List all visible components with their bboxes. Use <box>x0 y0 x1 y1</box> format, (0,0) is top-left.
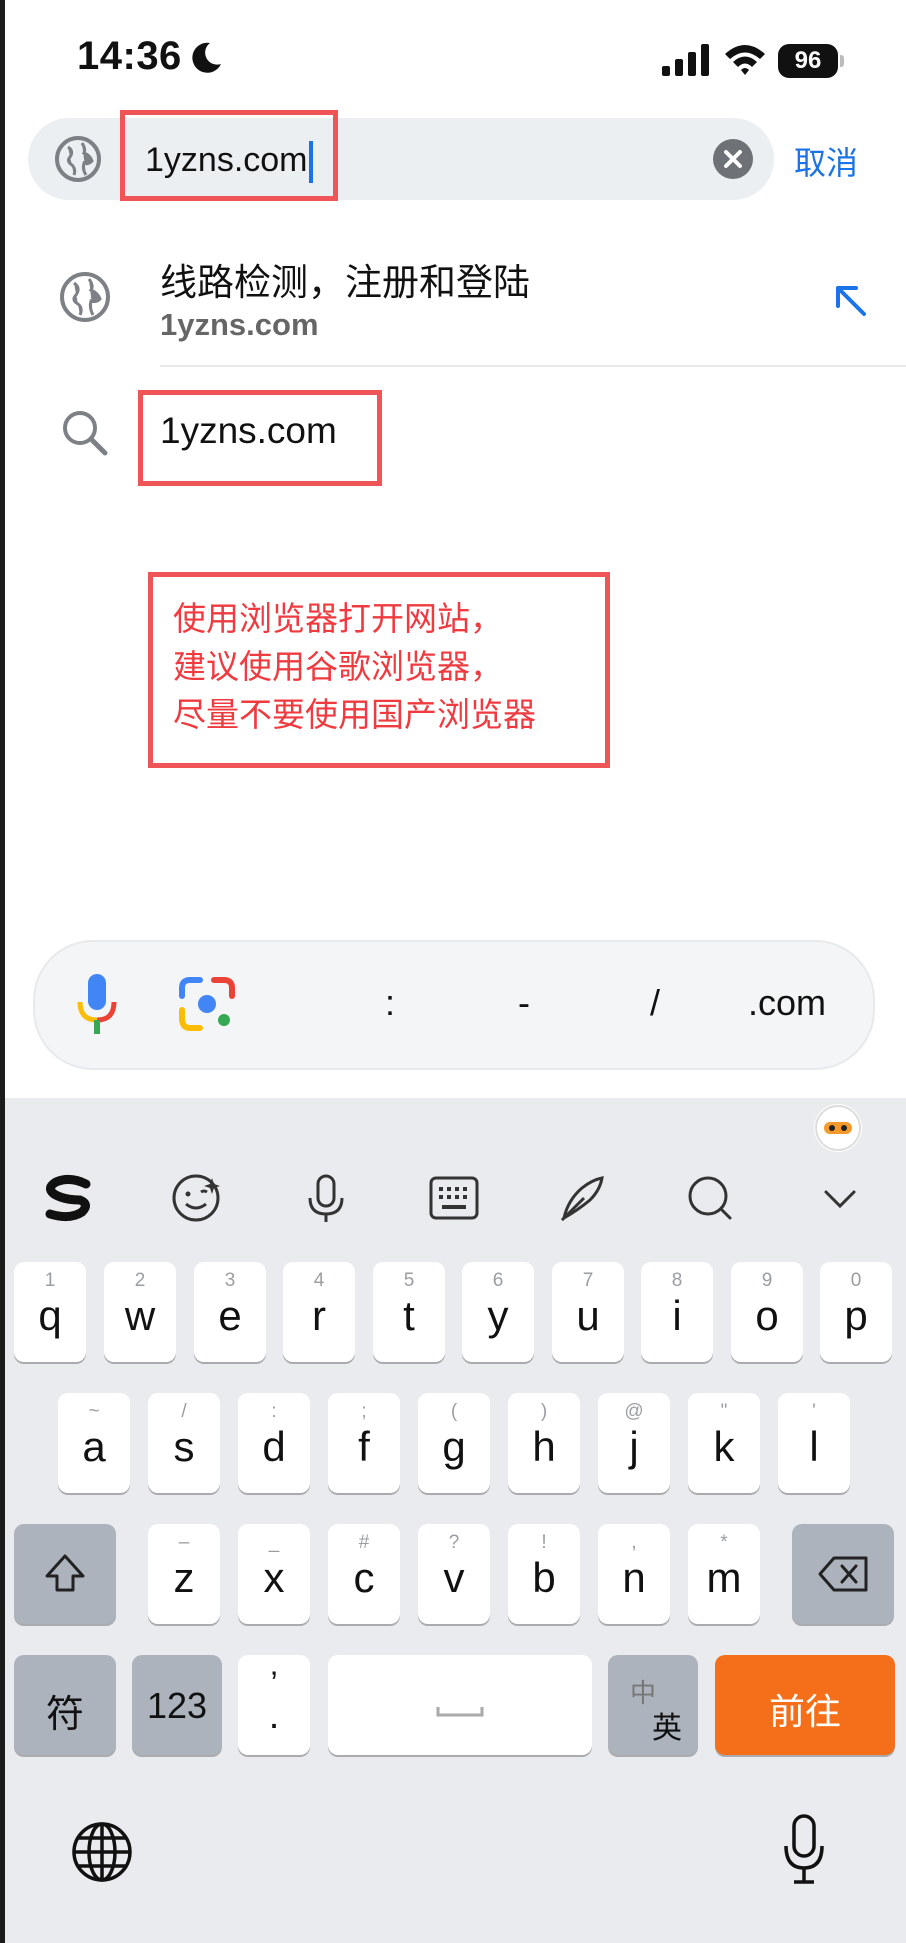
globe-icon <box>60 272 110 322</box>
key-a[interactable]: ~ a <box>58 1393 130 1493</box>
backspace-icon <box>818 1556 868 1592</box>
key-n[interactable]: ,n <box>598 1524 670 1624</box>
battery-nub <box>840 55 844 67</box>
moon-icon <box>192 42 221 73</box>
key-w[interactable]: 2w <box>104 1262 176 1362</box>
quick-key-colon[interactable]: : <box>385 982 395 1024</box>
punctuation-key[interactable]: ’ . <box>238 1655 310 1755</box>
key-x[interactable]: _ x <box>238 1524 310 1624</box>
globe-icon <box>55 136 101 182</box>
google-lens-icon[interactable] <box>178 976 236 1032</box>
quick-key-slash[interactable]: / <box>650 982 660 1024</box>
key-l[interactable]: ' l <box>778 1393 850 1493</box>
key-g[interactable]: (g <box>418 1393 490 1493</box>
key-r[interactable]: 4r <box>283 1262 355 1362</box>
annotation-note: 使用浏览器打开网站， 建议使用谷歌浏览器， 尽量不要使用国产浏览器 <box>148 572 610 768</box>
chevron-down-icon[interactable] <box>812 1170 868 1226</box>
status-time: 14:36 <box>77 34 182 78</box>
divider <box>160 365 906 367</box>
key-e[interactable]: 3e <box>194 1262 266 1362</box>
handwriting-icon[interactable] <box>554 1170 610 1226</box>
wifi-icon <box>725 45 765 75</box>
search-icon <box>63 411 108 456</box>
language-toggle-key[interactable]: 中 英 <box>608 1655 698 1755</box>
sogou-logo-icon[interactable] <box>40 1170 96 1226</box>
highlight-box-search <box>138 390 382 486</box>
fill-arrow-icon[interactable] <box>830 280 870 320</box>
microphone-icon[interactable] <box>298 1170 354 1226</box>
key-b[interactable]: ! b <box>508 1524 580 1624</box>
key-c[interactable]: # c <box>328 1524 400 1624</box>
key-p[interactable]: 0p <box>820 1262 892 1362</box>
quick-key-dash[interactable]: - <box>518 982 530 1024</box>
highlight-box-address <box>120 110 338 201</box>
clear-icon[interactable] <box>712 138 754 180</box>
key-q[interactable]: 1q <box>14 1262 86 1362</box>
battery-level: 96 <box>778 44 838 78</box>
battery-indicator: 96 <box>778 44 844 78</box>
cancel-button[interactable]: 取消 <box>794 138 858 184</box>
search-icon[interactable] <box>682 1170 738 1226</box>
globe-icon[interactable] <box>70 1820 134 1884</box>
key-k[interactable]: " k <box>688 1393 760 1493</box>
key-o[interactable]: 9o <box>731 1262 803 1362</box>
status-bar: 14:36 96 <box>0 0 906 115</box>
dictation-icon[interactable] <box>782 1814 826 1886</box>
key-y[interactable]: 6y <box>462 1262 534 1362</box>
key-t[interactable]: 5t <box>373 1262 445 1362</box>
note-line: 尽量不要使用国产浏览器 <box>173 696 536 733</box>
go-button[interactable]: 前往 <box>715 1655 895 1755</box>
key-i[interactable]: 8i <box>641 1262 713 1362</box>
shift-key[interactable] <box>14 1524 116 1624</box>
space-key[interactable] <box>328 1655 592 1755</box>
key-f[interactable]: ; f <box>328 1393 400 1493</box>
key-d[interactable]: :d <box>238 1393 310 1493</box>
keyboard-mascot-icon[interactable] <box>814 1104 862 1152</box>
signal-icon <box>662 44 709 76</box>
space-icon <box>436 1707 484 1717</box>
keyboard-layout-icon[interactable] <box>426 1170 482 1226</box>
backspace-key[interactable] <box>792 1524 894 1624</box>
suggestion-title[interactable]: 线路检测，注册和登陆 <box>160 252 530 306</box>
quick-key-com[interactable]: .com <box>748 982 826 1024</box>
key-s[interactable]: / s <box>148 1393 220 1493</box>
key-z[interactable]: – z <box>148 1524 220 1624</box>
note-line: 使用浏览器打开网站， <box>173 600 503 637</box>
key-h[interactable]: ) h <box>508 1393 580 1493</box>
emoji-icon[interactable] <box>168 1170 224 1226</box>
shift-icon <box>45 1554 85 1592</box>
numbers-key[interactable]: 123 <box>132 1655 222 1755</box>
key-u[interactable]: 7u <box>552 1262 624 1362</box>
key-v[interactable]: ? v <box>418 1524 490 1624</box>
suggestion-url: 1yzns.com <box>160 307 319 342</box>
key-m[interactable]: * m <box>688 1524 760 1624</box>
note-line: 建议使用谷歌浏览器， <box>173 648 503 685</box>
symbols-key[interactable]: 符 <box>14 1655 116 1755</box>
voice-search-icon[interactable] <box>76 972 118 1036</box>
key-j[interactable]: @ j <box>598 1393 670 1493</box>
